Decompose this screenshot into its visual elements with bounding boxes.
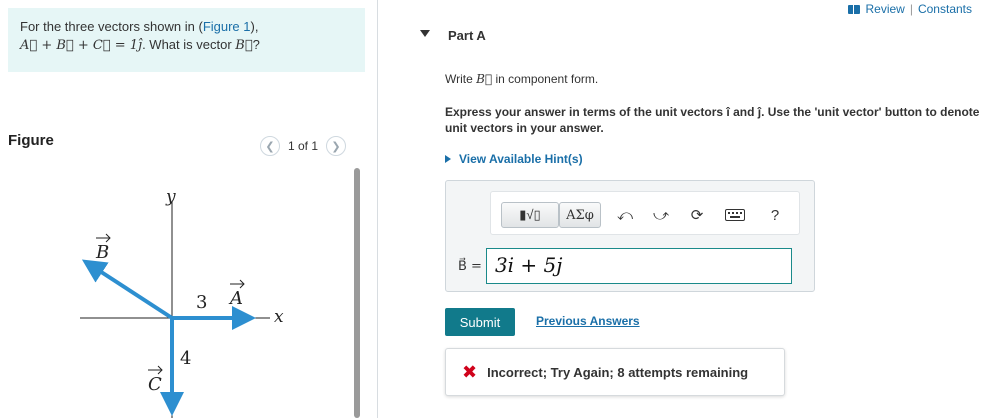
redo-button[interactable]: ⤻ [651, 206, 671, 224]
problem-suffix: ), [250, 19, 259, 34]
instruction-express: Express your answer in terms of the unit… [445, 105, 980, 135]
hint-label: View Available Hint(s) [459, 152, 583, 166]
reset-button[interactable]: ⟳ [687, 206, 707, 224]
reset-icon: ⟳ [690, 207, 704, 224]
answer-label: B⃗ = [458, 258, 482, 274]
vector-figure: y x A B C 3 4 [8, 170, 360, 418]
view-hints-link[interactable]: View Available Hint(s) [445, 152, 583, 166]
problem-question: . What is vector [142, 37, 236, 52]
header-separator: | [909, 2, 913, 16]
greek-symbols-button[interactable]: ΑΣφ [559, 202, 601, 228]
help-icon: ? [770, 206, 780, 224]
next-figure-button[interactable]: ❯ [326, 136, 347, 156]
answer-input[interactable]: 3i + 5j [485, 248, 792, 284]
vector-a-label: A [228, 288, 243, 309]
figure-title: Figure [8, 132, 54, 149]
pager-text: 1 of 1 [288, 139, 319, 153]
vector-c-length: 4 [180, 348, 191, 369]
templates-button[interactable]: ▮√▯ [501, 202, 559, 228]
instruction-write: Write B⃗ in component form. [445, 72, 598, 86]
problem-question-end: ? [252, 37, 260, 52]
answer-box: ▮√▯ ΑΣφ ⤺ ⤻ ⟳ ? B⃗ = 3i + 5j [445, 180, 815, 292]
book-icon [848, 4, 861, 14]
close-x-icon: ✖ [462, 361, 478, 382]
y-axis-label: y [165, 187, 176, 207]
collapse-part-icon[interactable] [420, 30, 430, 37]
keyboard-icon [725, 209, 745, 221]
review-link[interactable]: Review [865, 2, 904, 16]
figure-pager: ❮ 1 of 1 ❯ [260, 136, 347, 156]
part-title: Part A [448, 28, 486, 43]
caret-right-icon [445, 155, 451, 163]
undo-icon: ⤺ [616, 206, 634, 224]
keyboard-button[interactable] [725, 206, 745, 224]
problem-question-vector: B⃗ [235, 38, 253, 53]
previous-answers-link[interactable]: Previous Answers [536, 314, 640, 328]
vector-b-overarrow-icon [96, 233, 111, 243]
x-axis-label: x [274, 307, 284, 327]
templates-icon: ▮√▯ [519, 207, 541, 222]
constants-link[interactable]: Constants [918, 2, 972, 16]
undo-button[interactable]: ⤺ [615, 206, 635, 224]
vector-b-label: B [95, 242, 109, 263]
instr1-pre: Write [445, 72, 477, 86]
chevron-left-icon: ❮ [265, 140, 275, 153]
right-panel: Review | Constants Part A Write B⃗ in co… [378, 0, 994, 418]
greek-label: ΑΣφ [566, 207, 594, 223]
vector-c-label: C [148, 374, 162, 395]
math-toolbar: ▮√▯ ΑΣφ ⤺ ⤻ ⟳ ? [490, 191, 800, 235]
vector-a-overarrow-icon [230, 279, 245, 289]
figure-scrollbar[interactable] [354, 168, 360, 418]
vector-a-length: 3 [196, 292, 207, 313]
vector-diagram: y x A B C 3 4 [80, 187, 284, 418]
vector-c-overarrow-icon [148, 365, 163, 375]
figure-link[interactable]: Figure 1 [203, 19, 251, 34]
feedback-message: ✖ Incorrect; Try Again; 8 attempts remai… [445, 348, 785, 396]
feedback-text: Incorrect; Try Again; 8 attempts remaini… [487, 364, 749, 380]
vector-b-arrow [81, 259, 174, 320]
chevron-right-icon: ❯ [331, 140, 341, 153]
instr1-post: in component form. [492, 72, 599, 86]
submit-button[interactable]: Submit [445, 308, 515, 336]
problem-statement: For the three vectors shown in (Figure 1… [8, 8, 365, 72]
review-constants: Review | Constants [848, 2, 972, 16]
prev-figure-button[interactable]: ❮ [260, 136, 280, 156]
redo-icon: ⤻ [652, 206, 670, 224]
left-panel: For the three vectors shown in (Figure 1… [0, 0, 372, 418]
problem-prefix: For the three vectors shown in ( [20, 19, 203, 34]
instr1-vector: B⃗ [476, 72, 493, 86]
answer-row: B⃗ = 3i + 5j [458, 248, 792, 284]
problem-equation: A⃗ + B⃗ + C⃗ = 1ĵ [20, 38, 143, 53]
help-button[interactable]: ? [765, 206, 785, 224]
